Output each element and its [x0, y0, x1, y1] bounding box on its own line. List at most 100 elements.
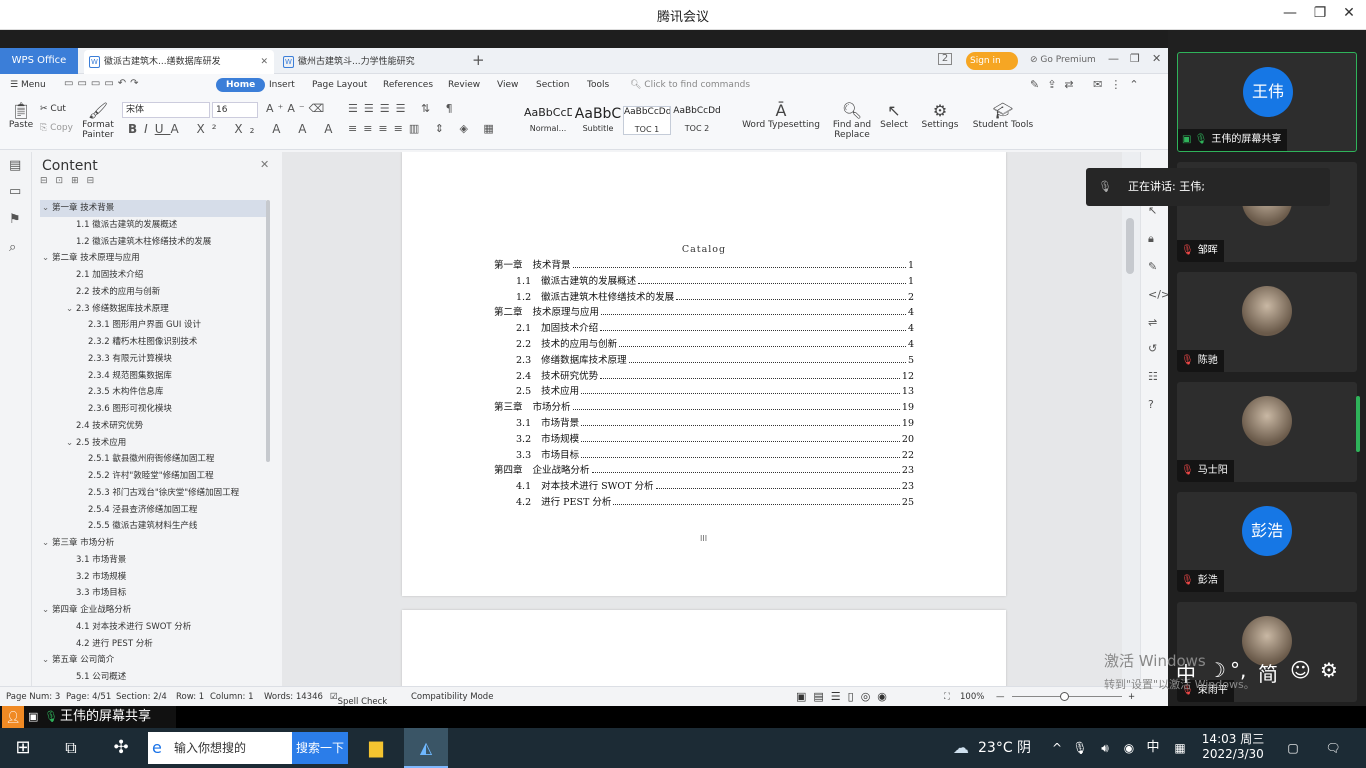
nav-item[interactable]: 3.2 市场规模 — [40, 569, 266, 586]
lock-icon[interactable]: 🔒︎ — [1148, 232, 1154, 246]
nav-item[interactable]: 2.3.5 木构件信息库 — [40, 384, 266, 401]
chevron-down-icon[interactable]: ⌄ — [42, 535, 52, 551]
nav-item[interactable]: ⌄ 第二章 技术原理与应用 — [40, 250, 266, 267]
close-icon[interactable]: ✕ — [1337, 5, 1361, 21]
wps-minimize-icon[interactable]: — — [1108, 52, 1119, 65]
task-view-icon[interactable]: ⧉ — [56, 728, 86, 768]
sign-in-button[interactable]: Sign in — [966, 52, 1018, 70]
tab-insert[interactable]: Insert — [269, 80, 295, 90]
nav-item[interactable]: 2.3.3 有限元计算模块 — [40, 351, 266, 368]
nav-close-icon[interactable]: ✕ — [260, 158, 269, 171]
chevron-down-icon[interactable]: ⌄ — [42, 602, 52, 618]
adjust-icon[interactable]: ⇌ — [1148, 316, 1157, 329]
nav-item[interactable]: 2.2 技术的应用与创新 — [40, 284, 266, 301]
tray-mic-icon[interactable]: 🎙︎ — [1072, 728, 1088, 768]
qq-icon[interactable]: ◉ — [1120, 728, 1138, 768]
nav-item[interactable]: 2.1 加固技术介绍 — [40, 267, 266, 284]
nav-item[interactable]: 1.2 徽派古建筑木柱修缮技术的发展 — [40, 234, 266, 251]
catalog-entry[interactable]: 4.1 对本技术进行 SWOT 分析 23 — [516, 477, 914, 492]
nav-item[interactable]: ⌄ 第五章 公司简介 — [40, 652, 266, 669]
view-mode-icons[interactable]: ▣▤☰▯◎◉ — [796, 690, 894, 703]
tab-page-layout[interactable]: Page Layout — [312, 80, 367, 90]
catalog-entry[interactable]: 1.1 徽派古建筑的发展概述 1 — [516, 272, 914, 287]
chevron-down-icon[interactable]: ⌄ — [42, 200, 52, 216]
emoji-icon[interactable]: ☺ — [1290, 658, 1311, 682]
cut-button[interactable]: ✂ Cut — [40, 104, 66, 114]
outline-icon[interactable]: ▤ — [9, 158, 21, 173]
participant-tile[interactable]: 王伟 ▣ 🎙︎ 王伟的屏幕共享 — [1177, 52, 1357, 152]
catalog-entry[interactable]: 3.1 市场背景 19 — [516, 414, 914, 429]
scroll-thumb[interactable] — [1126, 218, 1134, 274]
paragraph-tools-2[interactable]: ≡≡≡≡▥ ⇕ ◈ ▦ — [348, 122, 500, 135]
style-toc2[interactable]: AaBbCcDd TOC 2 — [673, 106, 721, 133]
edit-icon[interactable]: ✎ — [1148, 260, 1157, 273]
app-pinwheel-icon[interactable]: ✣ — [104, 728, 138, 768]
fit-icon[interactable]: ⛶ — [944, 692, 950, 702]
nav-item[interactable]: ⌄ 2.3 修缮数据库技术原理 — [40, 301, 266, 318]
catalog-entry[interactable]: 3.2 市场规模 20 — [516, 430, 914, 445]
catalog-entry[interactable]: 第三章 市场分析 19 — [494, 398, 914, 413]
style-toc1[interactable]: AaBbCcDd TOC 1 — [623, 106, 671, 135]
nav-item[interactable]: 2.3.1 图形用户界面 GUI 设计 — [40, 317, 266, 334]
go-premium-button[interactable]: ⊘ Go Premium — [1030, 55, 1096, 65]
nav-item[interactable]: 2.5.1 歙县徽州府衙修缮加固工程 — [40, 451, 266, 468]
search-icon[interactable]: ⌕ — [9, 240, 16, 255]
word-typesetting-button[interactable]: Ā Word Typesetting — [742, 102, 820, 131]
moon-icon[interactable]: ☽ — [1208, 658, 1226, 682]
catalog-entry[interactable]: 4.2 进行 PEST 分析 25 — [516, 493, 914, 508]
window-count-icon[interactable]: 2 — [938, 53, 952, 65]
nav-item[interactable]: 2.3.6 图形可视化模块 — [40, 401, 266, 418]
catalog-entry[interactable]: 第一章 技术背景 1 — [494, 256, 914, 271]
tab-references[interactable]: References — [383, 80, 433, 90]
code-icon[interactable]: </> — [1148, 288, 1170, 301]
nav-item[interactable]: 2.4 技术研究优势 — [40, 418, 266, 435]
catalog-entry[interactable]: 2.4 技术研究优势 12 — [516, 367, 914, 382]
tencent-meeting-taskbar-icon[interactable]: ◭ — [404, 728, 448, 768]
zoom-thumb[interactable] — [1060, 692, 1069, 701]
clock[interactable]: 14:03 周三 2022/3/30 — [1200, 732, 1266, 762]
weather-text[interactable]: 23°C 阴 — [978, 728, 1040, 768]
nav-item[interactable]: 2.5.3 祁门古戏台"徐庆堂"修缮加固工程 — [40, 485, 266, 502]
file-explorer-icon[interactable]: ▆ — [358, 728, 394, 768]
nav-item[interactable]: 2.5.4 泾县查济修缮加固工程 — [40, 502, 266, 519]
copy-button[interactable]: ⎘ Copy — [40, 123, 73, 133]
ime-lang[interactable]: 中 — [1176, 658, 1196, 687]
chevron-down-icon[interactable]: ⌄ — [66, 301, 76, 317]
participant-tile[interactable]: 🎙︎ 马士阳 — [1177, 382, 1357, 482]
format-painter-button[interactable]: 🖌︎ Format Painter — [80, 102, 116, 141]
paragraph-tools-1[interactable]: ☰☰☰☰ ⇅ ¶ — [348, 102, 459, 115]
nav-item[interactable]: ⌄ 2.5 技术应用 — [40, 435, 266, 452]
help-icon[interactable]: ? — [1148, 398, 1154, 411]
font-style-tools[interactable]: BIUA X² X₂ A A A — [128, 122, 339, 136]
command-search[interactable]: 🔍︎ Click to find commands — [630, 80, 750, 90]
list-icon[interactable]: ☷ — [1148, 370, 1158, 383]
zoom-in-icon[interactable]: + — [1128, 692, 1135, 702]
font-size-select[interactable]: 16 — [212, 102, 258, 118]
tab-view[interactable]: View — [497, 80, 518, 90]
catalog-entry[interactable]: 2.1 加固技术介绍 4 — [516, 319, 914, 334]
nav-item[interactable]: 2.3.4 规范图集数据库 — [40, 368, 266, 385]
nav-item[interactable]: 2.3.2 糟朽木柱图像识别技术 — [40, 334, 266, 351]
tab-home[interactable]: Home — [216, 78, 266, 92]
chevron-down-icon[interactable]: ⌄ — [66, 435, 76, 451]
wps-restore-icon[interactable]: ❐ — [1130, 52, 1140, 65]
tab-close-icon[interactable]: ✕ — [260, 50, 268, 74]
wps-close-icon[interactable]: ✕ — [1152, 52, 1161, 65]
panel-scrollbar[interactable] — [1356, 396, 1360, 452]
nav-item[interactable]: 4.1 对本技术进行 SWOT 分析 — [40, 619, 266, 636]
history-icon[interactable]: ↺ — [1148, 342, 1157, 355]
zoom-out-icon[interactable]: — — [996, 692, 1005, 702]
catalog-entry[interactable]: 3.3 市场目标 22 — [516, 446, 914, 461]
ime-simplified[interactable]: 简 — [1258, 658, 1278, 687]
style-subtitle[interactable]: AaBbC Subtitle — [574, 106, 622, 133]
taskbar-search-input[interactable]: e 输入你想搜的 — [148, 732, 292, 764]
nav-item[interactable]: ⌄ 第四章 企业战略分析 — [40, 602, 266, 619]
find-replace-button[interactable]: 🔍︎ Find and Replace — [830, 102, 874, 141]
grid-icon[interactable]: ▦ — [1170, 728, 1190, 768]
minimize-icon[interactable]: — — [1278, 5, 1302, 21]
nav-item[interactable]: 5.1 公司概述 — [40, 669, 266, 686]
tab-doc2[interactable]: W 徽州古建筑斗...力学性能研究 — [278, 50, 458, 74]
taskbar-search-button[interactable]: 搜索一下 — [292, 732, 348, 764]
participant-tile[interactable]: 彭浩 🎙︎ 彭浩 — [1177, 492, 1357, 592]
nav-item[interactable]: 3.3 市场目标 — [40, 585, 266, 602]
